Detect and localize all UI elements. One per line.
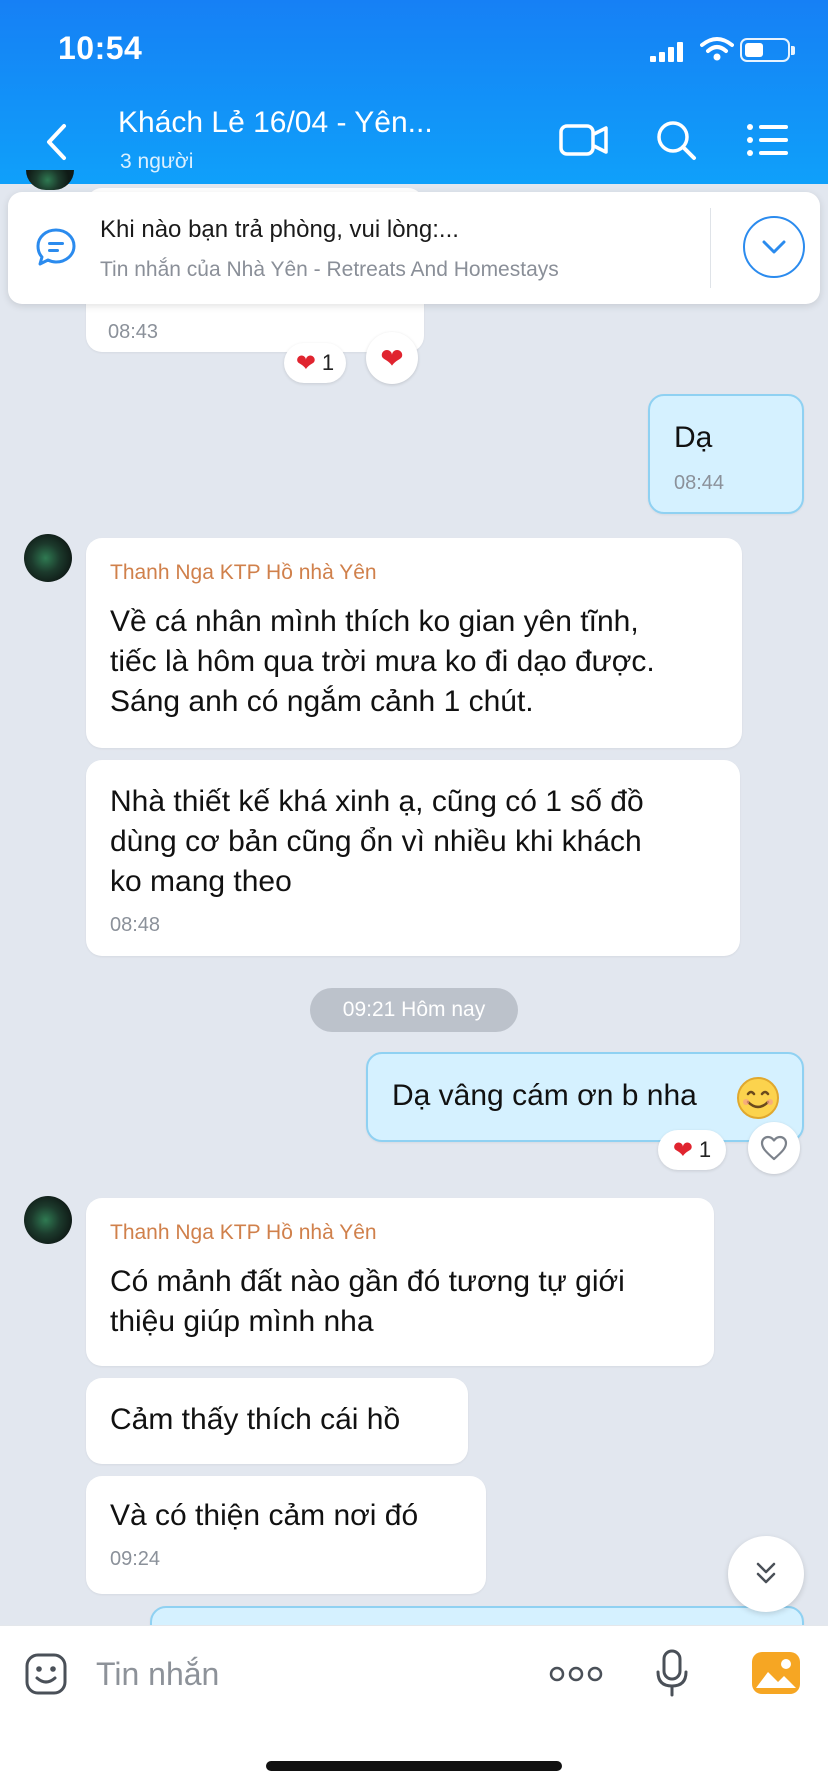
message-time: 08:48 xyxy=(110,914,161,936)
message-text: Dạ vâng cám ơn b nha xyxy=(392,1079,697,1112)
message-bubble[interactable]: Thanh Nga KTP Hồ nhà Yên Về cá nhân mình… xyxy=(86,538,742,748)
home-indicator xyxy=(266,1761,562,1771)
message-input[interactable]: Tin nhắn xyxy=(96,1656,219,1693)
message-text: Và có thiện cảm nơi đó xyxy=(110,1499,419,1532)
emoji-icon[interactable] xyxy=(24,1652,68,1696)
battery-icon xyxy=(740,38,795,62)
wifi-icon xyxy=(700,37,734,61)
heart-outline-icon xyxy=(760,1135,788,1161)
message-line: ko mang theo xyxy=(110,865,292,898)
message-bubble[interactable]: Và có thiện cảm nơi đó 09:24 xyxy=(86,1476,486,1594)
message-bubble[interactable]: Cảm thấy thích cái hồ xyxy=(86,1378,468,1464)
sender-name: Thanh Nga KTP Hồ nhà Yên xyxy=(110,1221,377,1244)
message-time: 09:24 xyxy=(110,1548,161,1570)
expand-pinned-button[interactable] xyxy=(743,216,805,278)
chat-title[interactable]: Khách Lẻ 16/04 - Yên... xyxy=(118,106,433,140)
pinned-text: Khi nào bạn trả phòng, vui lòng:... xyxy=(100,216,459,243)
message-text: Cảm thấy thích cái hồ xyxy=(110,1403,401,1436)
message-time: 08:43 xyxy=(108,321,159,343)
mic-icon[interactable] xyxy=(654,1648,690,1698)
reaction-count[interactable]: ❤ 1 xyxy=(284,343,346,383)
heart-icon: ❤ xyxy=(672,1136,693,1164)
pinned-message[interactable]: Khi nào bạn trả phòng, vui lòng:... Tin … xyxy=(8,192,820,304)
chat-header: 10:54 Khách Lẻ 16/04 - Yên... 3 người xyxy=(0,0,828,184)
message-time: 08:44 xyxy=(674,472,725,494)
message-bubble[interactable]: Thanh Nga KTP Hồ nhà Yên Có mảnh đất nào… xyxy=(86,1198,714,1366)
signal-icon xyxy=(650,40,692,62)
date-divider: 09:21 Hôm nay xyxy=(310,988,518,1032)
more-icon[interactable] xyxy=(548,1664,604,1684)
search-icon[interactable] xyxy=(654,118,698,162)
double-chevron-down-icon xyxy=(756,1562,776,1584)
my-message-bubble[interactable]: Dạ 08:44 xyxy=(648,394,804,514)
message-line: Có mảnh đất nào gần đó tương tự giới xyxy=(110,1265,625,1298)
react-button[interactable] xyxy=(748,1122,800,1174)
divider xyxy=(710,208,711,288)
back-icon[interactable] xyxy=(44,122,70,162)
message-line: Sáng anh có ngắm cảnh 1 chút. xyxy=(110,685,534,718)
message-line: Về cá nhân mình thích ko gian yên tĩnh, xyxy=(110,605,639,638)
chat-bubble-icon xyxy=(36,228,76,266)
message-text: Dạ xyxy=(674,421,713,454)
reaction-count[interactable]: ❤ 1 xyxy=(658,1130,726,1170)
message-line: Nhà thiết kế khá xinh ạ, cũng có 1 số đồ xyxy=(110,785,644,818)
react-button[interactable]: ❤ xyxy=(366,332,418,384)
scroll-to-bottom-button[interactable] xyxy=(728,1536,804,1612)
video-call-icon[interactable] xyxy=(558,120,610,160)
smile-emoji-icon xyxy=(737,1077,779,1119)
heart-icon: ❤ xyxy=(295,349,316,377)
member-count[interactable]: 3 người xyxy=(120,150,193,174)
avatar[interactable] xyxy=(26,170,74,190)
heart-icon: ❤ xyxy=(380,342,404,374)
pinned-source: Tin nhắn của Nhà Yên - Retreats And Home… xyxy=(100,258,559,281)
message-bubble[interactable]: Nhà thiết kế khá xinh ạ, cũng có 1 số đồ… xyxy=(86,760,740,956)
message-line: dùng cơ bản cũng ổn vì nhiều khi khách xyxy=(110,825,642,858)
message-line: tiếc là hôm qua trời mưa ko đi dạo được. xyxy=(110,645,655,678)
message-line: thiệu giúp mình nha xyxy=(110,1305,374,1338)
my-message-bubble[interactable]: Dạ vâng cám ơn b nha xyxy=(366,1052,804,1142)
avatar[interactable] xyxy=(24,534,72,582)
gallery-icon[interactable] xyxy=(750,1650,802,1696)
avatar[interactable] xyxy=(24,1196,72,1244)
chevron-down-icon xyxy=(762,240,786,254)
status-time: 10:54 xyxy=(58,30,143,66)
menu-icon[interactable] xyxy=(746,122,790,158)
sender-name: Thanh Nga KTP Hồ nhà Yên xyxy=(110,561,377,584)
